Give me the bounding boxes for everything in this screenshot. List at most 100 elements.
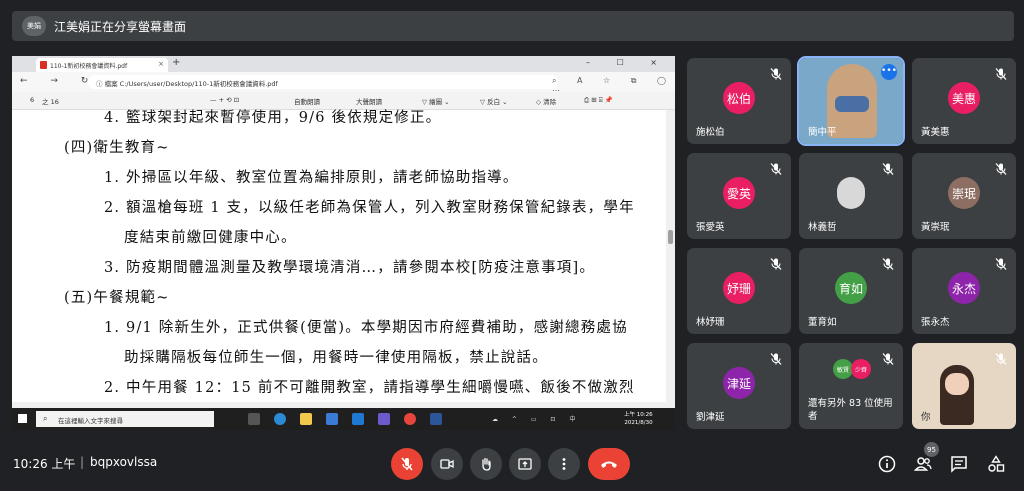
raise-hand-button[interactable] xyxy=(470,448,502,480)
activities-button[interactable] xyxy=(984,452,1008,476)
system-tray[interactable]: ☁ ^ ▭ ⊡ 中 xyxy=(492,414,581,423)
window-controls[interactable]: – ☐ × xyxy=(586,58,669,67)
mail-icon[interactable] xyxy=(352,413,364,425)
meeting-details-button[interactable] xyxy=(875,452,899,476)
participant-name: 黃美惠 xyxy=(921,127,950,138)
doc-line: 1. 9/1 除新生外，正式供餐(便當)。本學期因市府經費補助，感謝總務處協 xyxy=(104,320,628,336)
taskbar-search[interactable]: ⌕ 在這裡輸入文字來搜尋 xyxy=(36,411,214,427)
participant-tile[interactable]: 崇珉 黃崇珉 xyxy=(912,153,1016,239)
participant-name: 張永杰 xyxy=(921,317,950,328)
folder-icon[interactable] xyxy=(300,413,312,425)
participant-tile[interactable]: ••• 簡中平 xyxy=(797,56,905,146)
pdf-tools[interactable]: ⎙ ⊞ ⌸ 📌 xyxy=(584,96,613,105)
camera-icon xyxy=(440,459,454,469)
participant-tile[interactable]: 永杰張永杰 xyxy=(912,248,1016,334)
task-view-icon[interactable] xyxy=(248,413,260,425)
browser-tab[interactable]: 110-1新初校務會議資料.pdf × xyxy=(36,58,168,72)
erase-button[interactable]: ◇ 清除 xyxy=(536,96,556,106)
word-icon[interactable] xyxy=(430,413,442,425)
meeting-code: bqpxovlssa xyxy=(90,455,158,469)
address-field[interactable]: ⓘ 檔案 C:/Users/user/Desktop/110-1新初校務會議資料… xyxy=(88,75,558,89)
participant-name: 林妤珊 xyxy=(696,317,725,328)
meet-window: 美娟 江美娟正在分享螢幕畫面 110-1新初校務會議資料.pdf × + – ☐… xyxy=(0,0,1024,491)
meeting-time: 10:26 上午 xyxy=(13,457,76,471)
shared-screen: 110-1新初校務會議資料.pdf × + – ☐ × ← → ↻ ⓘ 檔案 C… xyxy=(12,56,675,430)
search-icon: ⌕ xyxy=(43,414,48,423)
browser-tab-bar: 110-1新初校務會議資料.pdf × + – ☐ × xyxy=(12,56,675,72)
mic-off-icon xyxy=(881,161,895,175)
participant-tile[interactable]: 妤珊 林妤珊 xyxy=(687,248,791,334)
edge-icon[interactable] xyxy=(274,413,286,425)
avatar: 敏賢 xyxy=(833,359,853,379)
doc-heading: (四)衛生教育~ xyxy=(64,140,170,156)
doc-heading: (五)午餐規範~ xyxy=(64,290,170,306)
chrome-icon[interactable] xyxy=(404,413,416,425)
zoom-controls[interactable]: — + ⟲ ⊡ xyxy=(210,96,239,104)
vertical-scrollbar[interactable] xyxy=(666,110,675,408)
participant-tile[interactable]: 愛英張愛英 xyxy=(687,153,791,239)
participant-name: 黃崇珉 xyxy=(921,222,950,233)
participant-name: 張愛英 xyxy=(696,222,725,233)
address-bar-row: ← → ↻ ⓘ 檔案 C:/Users/user/Desktop/110-1新初… xyxy=(12,72,675,95)
video-feed-mask xyxy=(835,96,869,112)
pdf-icon xyxy=(40,61,47,69)
url-text: C:/Users/user/Desktop/110-1新初校務會議資料.pdf xyxy=(119,80,278,88)
mic-off-icon xyxy=(994,256,1008,270)
mic-off-icon xyxy=(994,66,1008,80)
clock-time: 上午 10:26 xyxy=(624,412,653,418)
separator: | xyxy=(80,455,85,469)
doc-line: 2. 中午用餐 12：15 前不可離開教室，請指導學生細嚼慢嚥、飯後不做激烈 xyxy=(104,380,635,396)
present-screen-button[interactable] xyxy=(509,448,541,480)
close-tab-icon[interactable]: × xyxy=(158,60,164,68)
page-number-input[interactable]: 6 xyxy=(30,96,34,104)
avatar: 津延 xyxy=(723,367,755,399)
mic-off-icon xyxy=(769,351,783,365)
taskbar-search-placeholder: 在這裡輸入文字來搜尋 xyxy=(58,417,123,425)
present-icon xyxy=(518,458,532,470)
avatar: 永杰 xyxy=(948,272,980,304)
participant-tile[interactable]: 育如 董育如 xyxy=(799,248,903,334)
avatar: 愛英 xyxy=(723,177,755,209)
hang-up-icon xyxy=(601,461,617,468)
participant-tile[interactable]: 美惠 黃美惠 xyxy=(912,58,1016,144)
scroll-thumb[interactable] xyxy=(668,230,673,244)
participant-tile[interactable]: 津延劉津延 xyxy=(687,343,791,429)
more-vert-icon xyxy=(562,458,566,470)
mic-off-icon xyxy=(769,256,783,270)
more-options-icon[interactable]: ••• xyxy=(881,64,897,80)
pdf-page: 4. 籃球架封起來暫停使用，9/6 後依規定修正。 (四)衛生教育~ 1. 外掃… xyxy=(12,110,666,408)
presenting-text: 江美娟正在分享螢幕畫面 xyxy=(54,19,187,34)
doc-line: 度結束前繳回健康中心。 xyxy=(124,230,297,246)
doc-line: 2. 額溫槍每班 1 支，以級任老師為保管人，列入教室財務保管紀錄表，學年 xyxy=(104,200,635,216)
leave-call-button[interactable] xyxy=(588,448,630,480)
avatar: 育如 xyxy=(835,272,867,304)
doc-line: 助採購隔板每位師生一個，用餐時一律使用隔板，禁止說話。 xyxy=(124,350,548,366)
chat-button[interactable] xyxy=(947,452,971,476)
nav-buttons[interactable]: ← → ↻ xyxy=(20,76,98,86)
highlight-button[interactable]: ▽ 反白 ⌄ xyxy=(480,96,508,106)
participant-tile[interactable]: 你 xyxy=(912,343,1016,429)
camera-toggle[interactable] xyxy=(431,448,463,480)
avatar: 松伯 xyxy=(723,82,755,114)
store-icon[interactable] xyxy=(326,413,338,425)
mic-off-icon xyxy=(994,161,1008,175)
participant-tile[interactable]: 敏賢 少齊 還有另外 83 位使用者 xyxy=(799,343,903,429)
participant-tile[interactable]: 松伯 施松伯 xyxy=(687,58,791,144)
doc-line: 3. 防疫期間體溫測量及教學環境清消…，請參閱本校[防疫注意事項]。 xyxy=(104,260,596,276)
participant-name: 林義哲 xyxy=(808,222,837,233)
page-count: 之 16 xyxy=(42,98,59,106)
auto-read-button[interactable]: 自動朗讀 xyxy=(294,96,320,106)
draw-button[interactable]: ▽ 繪圖 ⌄ xyxy=(422,96,450,106)
mic-off-icon xyxy=(994,351,1008,365)
read-aloud-button[interactable]: 大聲朗讀 xyxy=(356,96,382,106)
microphone-toggle[interactable] xyxy=(391,448,423,480)
participant-tile[interactable]: 林義哲 xyxy=(799,153,903,239)
app-icon[interactable] xyxy=(378,413,390,425)
video-feed xyxy=(945,373,969,395)
participant-name: 劉津延 xyxy=(696,412,725,423)
start-icon[interactable] xyxy=(18,414,27,423)
clock-date: 2021/8/30 xyxy=(624,420,653,426)
new-tab-button[interactable]: + xyxy=(172,57,180,68)
more-options-button[interactable] xyxy=(548,448,580,480)
participant-count-badge: 95 xyxy=(924,442,939,457)
